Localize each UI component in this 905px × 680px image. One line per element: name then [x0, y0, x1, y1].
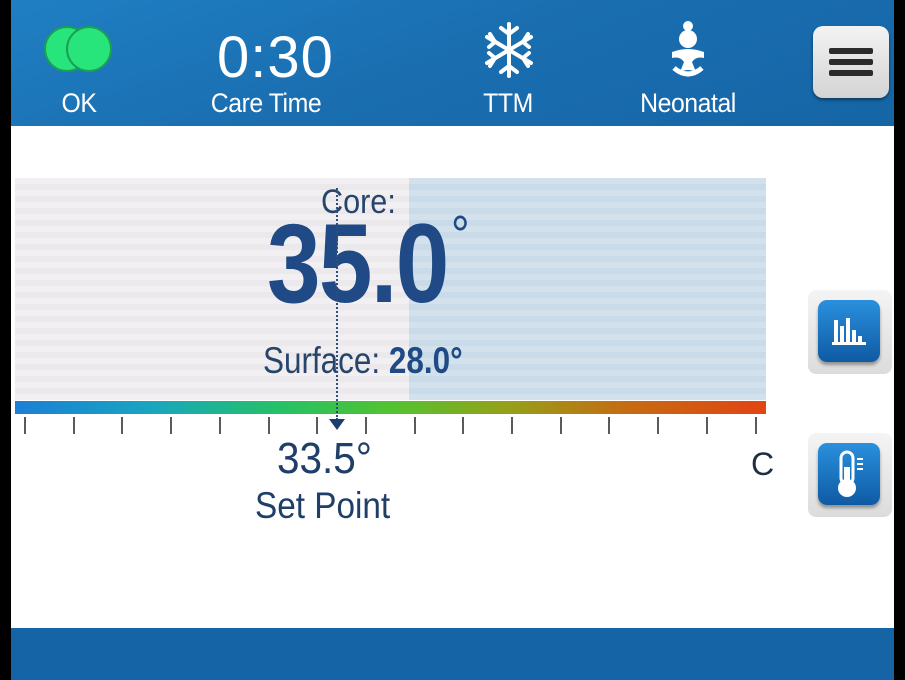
- setpoint-value[interactable]: 33.5°: [277, 434, 372, 484]
- scale-tick: [657, 417, 660, 434]
- snowflake-icon[interactable]: [484, 20, 534, 85]
- scale-tick: [72, 417, 75, 434]
- scale-tick: [608, 417, 611, 434]
- scale-tick: [511, 417, 513, 434]
- scale-tick: [170, 417, 173, 434]
- care-time-value: 0:30: [217, 25, 334, 90]
- scale-tick: [364, 417, 367, 434]
- status-dot-right: [66, 26, 112, 72]
- status-dots-icon[interactable]: [44, 26, 114, 72]
- trend-chart-button[interactable]: [808, 290, 892, 374]
- temperature-settings-button[interactable]: [808, 433, 892, 517]
- status-label: OK: [61, 88, 97, 118]
- temperature-gradient-scale: [15, 401, 766, 414]
- setpoint-marker-line: [336, 188, 338, 420]
- scale-tick: [24, 417, 26, 434]
- scale-tick: [413, 417, 416, 434]
- patient-label: Neonatal: [640, 88, 736, 118]
- temperature-unit: C: [751, 446, 775, 482]
- setpoint-label: Set Point: [255, 485, 391, 526]
- scale-tick: [316, 417, 319, 434]
- mode-label: TTM: [483, 88, 533, 118]
- footer-bar: [11, 628, 894, 680]
- hamburger-menu-icon: [829, 48, 873, 54]
- setpoint-arrow-icon: [329, 419, 345, 430]
- care-time-label: Care Time: [210, 88, 322, 118]
- scale-tick: [267, 417, 270, 434]
- header-bar: OK 0:30 Care Time TTM Neonatal: [11, 0, 894, 126]
- surface-temperature: Surface: 28.0°: [263, 340, 463, 381]
- screen: OK 0:30 Care Time TTM Neonatal Core: 35.…: [11, 0, 894, 680]
- scale-tick: [462, 417, 465, 434]
- scale-tick: [121, 417, 124, 434]
- scale-tick: [559, 417, 562, 434]
- menu-button[interactable]: [813, 26, 889, 98]
- scale-tick: [754, 417, 757, 434]
- bar-chart-icon: [832, 318, 866, 345]
- scale-tick: [218, 417, 221, 434]
- core-temperature-value: 35.0°: [267, 201, 470, 326]
- scale-tick: [705, 417, 708, 434]
- thermometer-icon: [838, 450, 863, 497]
- baby-icon[interactable]: [666, 20, 710, 85]
